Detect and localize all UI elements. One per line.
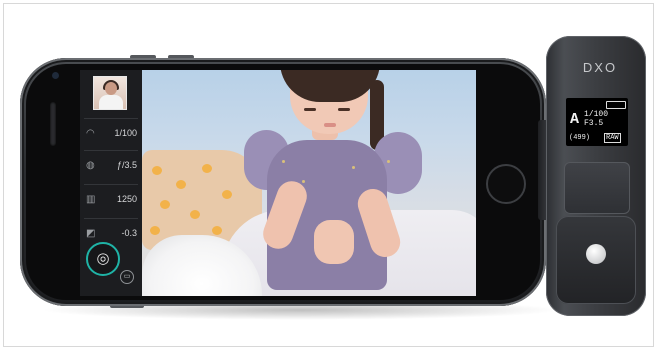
shutter-readout: 1/100 — [584, 110, 609, 119]
aperture-icon: ◍ — [86, 160, 95, 171]
format-badge: RAW — [604, 133, 621, 143]
earpiece-speaker — [50, 102, 56, 146]
girl-hands — [314, 220, 354, 264]
exposure-compensation-value: -0.3 — [121, 228, 137, 238]
video-mode-button[interactable]: ▭ — [120, 270, 134, 284]
video-camera-icon: ▭ — [123, 273, 131, 280]
shutter-button[interactable]: ◎ — [86, 242, 120, 276]
shutter-speed-value: 1/100 — [114, 128, 137, 138]
iso-icon: ▥ — [86, 194, 96, 205]
shutter-speed-setting[interactable]: ◠ 1/100 — [80, 126, 142, 144]
aperture-readout: F3.5 — [584, 119, 604, 128]
divider — [84, 184, 138, 185]
dxo-logo: DXO — [582, 60, 618, 75]
aperture-setting[interactable]: ◍ ƒ/3.5 — [80, 158, 142, 176]
divider — [84, 118, 138, 119]
exposure-compensation-icon: ◩ — [86, 228, 96, 239]
viewfinder-preview[interactable]: ≡ A — [142, 70, 476, 296]
camera-icon: ◎ — [96, 250, 110, 267]
camera-app-screen: ◠ 1/100 ◍ ƒ/3.5 ▥ 1250 ◩ -0.3 ◎ ▭ — [80, 70, 476, 296]
settings-panel: ◠ 1/100 ◍ ƒ/3.5 ▥ 1250 ◩ -0.3 ◎ ▭ — [80, 70, 142, 296]
shots-remaining: (499) — [569, 134, 591, 142]
dxo-sliding-cover[interactable] — [564, 162, 630, 214]
exposure-compensation-setting[interactable]: ◩ -0.3 — [80, 226, 142, 244]
dxo-status-screen: A 1/100 F3.5 (499) RAW — [566, 98, 628, 146]
dxo-camera-module: DXO A 1/100 F3.5 (499) RAW — [546, 36, 646, 316]
aperture-value: ƒ/3.5 — [116, 160, 137, 170]
battery-icon — [606, 101, 626, 109]
iso-value: 1250 — [116, 194, 137, 204]
shutter-speed-icon: ◠ — [86, 128, 95, 139]
mode-indicator: A — [570, 111, 580, 128]
last-photo-thumbnail[interactable] — [93, 76, 127, 110]
divider — [84, 218, 138, 219]
front-camera — [52, 72, 59, 79]
iso-setting[interactable]: ▥ 1250 — [80, 192, 142, 210]
home-button[interactable] — [486, 164, 526, 204]
dxo-shutter-button[interactable] — [586, 244, 606, 264]
dxo-lens-cover — [556, 216, 636, 304]
divider — [84, 150, 138, 151]
